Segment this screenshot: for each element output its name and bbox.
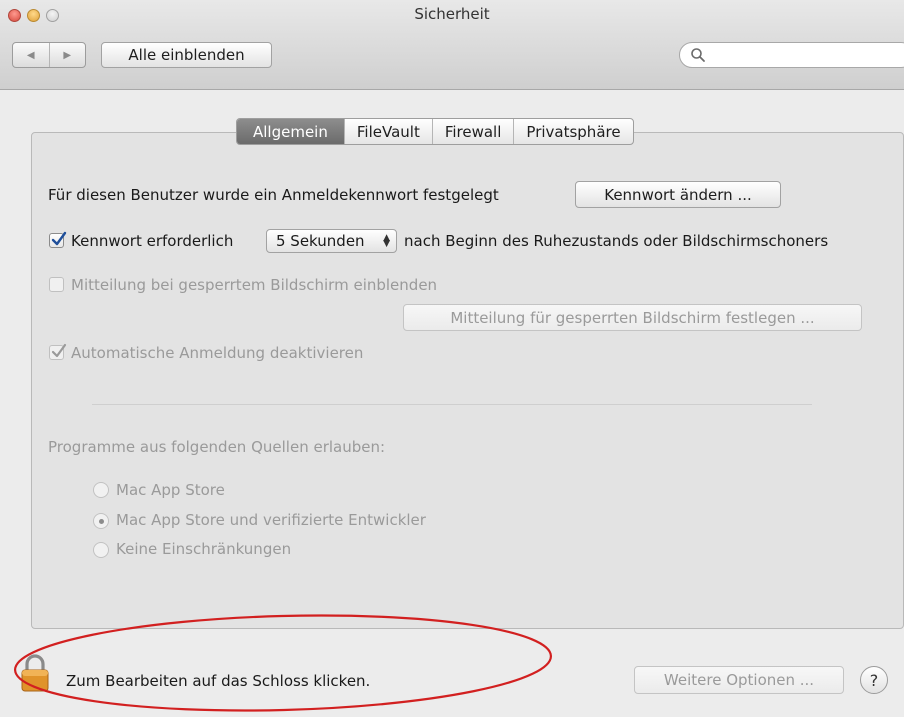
search-input[interactable] — [679, 42, 904, 68]
more-options-button[interactable]: Weitere Optionen ... — [634, 666, 844, 694]
help-button[interactable]: ? — [860, 666, 888, 694]
password-delay-value: 5 Sekunden — [276, 232, 365, 250]
require-password-label: Kennwort erforderlich — [71, 232, 234, 250]
radio-mac-app-store-label: Mac App Store — [116, 481, 225, 499]
password-set-text: Für diesen Benutzer wurde ein Anmeldeken… — [48, 186, 499, 204]
security-preferences-window: Sicherheit ◀ ▶ Alle einblenden Allgemein… — [0, 0, 904, 717]
disable-autologin-checkbox[interactable] — [49, 343, 67, 360]
window-title: Sicherheit — [414, 5, 490, 23]
radio-identified-developers[interactable] — [93, 513, 109, 529]
help-question-icon: ? — [869, 670, 879, 690]
forward-arrow-icon: ▶ — [63, 49, 72, 61]
radio-mac-app-store[interactable] — [93, 482, 109, 498]
search-icon — [691, 48, 705, 62]
back-arrow-icon: ◀ — [26, 49, 35, 61]
radio-anywhere-label: Keine Einschränkungen — [116, 540, 292, 558]
require-password-checkbox[interactable] — [49, 231, 67, 248]
updown-arrows-icon: ▲ ▼ — [383, 233, 390, 249]
tab-firewall[interactable]: Firewall — [431, 119, 514, 144]
radio-identified-developers-label: Mac App Store und verifizierte Entwickle… — [116, 511, 426, 529]
show-all-button[interactable]: Alle einblenden — [101, 42, 272, 68]
show-message-label: Mitteilung bei gesperrtem Bildschirm ein… — [71, 276, 438, 294]
radio-anywhere[interactable] — [93, 542, 109, 558]
back-button[interactable]: ◀ — [13, 43, 49, 67]
checkmark-icon — [51, 231, 67, 246]
tab-filevault[interactable]: FileVault — [343, 119, 432, 144]
annotation-ellipse — [13, 614, 553, 712]
after-sleep-text: nach Beginn des Ruhezustands oder Bildsc… — [404, 232, 829, 250]
checkmark-icon — [51, 343, 67, 358]
title-toolbar: Sicherheit ◀ ▶ Alle einblenden — [0, 0, 904, 90]
tab-privatsphaere[interactable]: Privatsphäre — [513, 119, 632, 144]
section-divider — [92, 404, 812, 405]
forward-button[interactable]: ▶ — [48, 43, 86, 67]
radio-selected-dot — [99, 519, 104, 524]
tab-allgemein[interactable]: Allgemein — [237, 119, 344, 144]
change-password-button[interactable]: Kennwort ändern ... — [575, 181, 781, 208]
set-lock-message-button[interactable]: Mitteilung für gesperrten Bildschirm fes… — [403, 304, 862, 331]
tab-bar: Allgemein FileVault Firewall Privatsphär… — [236, 118, 634, 145]
password-delay-select[interactable]: 5 Sekunden ▲ ▼ — [266, 229, 397, 253]
back-forward-control: ◀ ▶ — [12, 42, 86, 68]
sources-heading: Programme aus folgenden Quellen erlauben… — [48, 438, 386, 456]
disable-autologin-label: Automatische Anmeldung deaktivieren — [71, 344, 364, 362]
show-message-checkbox[interactable] — [49, 277, 64, 292]
